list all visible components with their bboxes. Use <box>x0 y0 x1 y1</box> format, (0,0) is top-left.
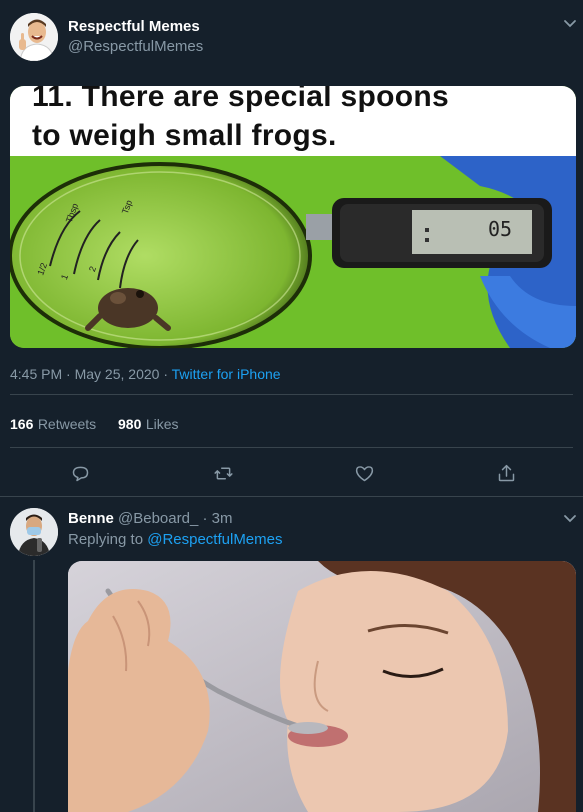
heart-icon <box>355 465 373 481</box>
likes-count: 980 <box>118 416 142 432</box>
frog-shape <box>98 288 158 328</box>
scale-lcd-display <box>412 210 532 254</box>
retweet-button[interactable] <box>210 460 236 486</box>
reply-author-avatar[interactable] <box>10 508 58 556</box>
author-handle[interactable]: @RespectfulMemes <box>68 38 203 55</box>
image-caption-band: 11. There are special spoons to weigh sm… <box>10 86 576 156</box>
woman-eating-spoon-photo <box>68 561 576 812</box>
retweet-icon <box>213 467 233 479</box>
retweets-stat[interactable]: 166 Retweets <box>10 416 96 434</box>
reply-author-name[interactable]: Benne <box>68 510 114 527</box>
replying-to-handle[interactable]: @RespectfulMemes <box>147 531 282 548</box>
tweet-source-link[interactable]: Twitter for iPhone <box>172 366 281 382</box>
reply-header: Benne @Beboard_ · 3m <box>68 510 232 527</box>
image-caption-line1: 11. There are special spoons <box>32 86 449 113</box>
avatar-person-masked-icon <box>10 508 58 556</box>
divider-3 <box>0 496 583 497</box>
scale-reading: 05 <box>488 217 513 241</box>
retweets-count: 166 <box>10 416 34 432</box>
tweet-timestamp-row: 4:45 PM · May 25, 2020 · Twitter for iPh… <box>10 366 281 382</box>
tweet-date[interactable]: May 25, 2020 <box>75 366 160 382</box>
divider-2 <box>10 447 573 448</box>
retweets-label: Retweets <box>37 416 97 432</box>
replying-to-label: Replying to <box>68 531 144 548</box>
avatar-person-thumbs-up-icon <box>10 13 58 61</box>
tweet-time[interactable]: 4:45 PM <box>10 366 62 382</box>
author-name[interactable]: Respectful Memes <box>68 18 200 35</box>
frog-spoon-photo <box>10 156 576 348</box>
share-icon <box>498 464 514 481</box>
reply-button[interactable] <box>67 460 93 486</box>
author-avatar[interactable] <box>10 13 58 61</box>
likes-stat[interactable]: 980 Likes <box>118 416 179 434</box>
reply-icon <box>72 466 88 481</box>
share-button[interactable] <box>493 460 519 486</box>
divider-1 <box>10 394 573 395</box>
chevron-down-icon[interactable] <box>558 12 582 36</box>
like-button[interactable] <box>351 460 377 486</box>
image-caption-line2: to weigh small frogs. <box>32 119 337 152</box>
likes-label: Likes <box>145 416 179 432</box>
reply-image[interactable] <box>68 561 576 812</box>
reply-chevron-down-icon[interactable] <box>558 507 582 531</box>
replying-to-line: Replying to @RespectfulMemes <box>68 531 283 548</box>
tweet-image[interactable]: 11. There are special spoons to weigh sm… <box>10 86 576 348</box>
thread-line <box>33 560 35 812</box>
reply-time[interactable]: 3m <box>212 510 233 527</box>
reply-author-handle[interactable]: @Beboard_ <box>118 510 198 527</box>
source-separator: · <box>159 366 172 382</box>
time-separator: · <box>62 366 75 382</box>
reply-separator: · <box>198 510 212 527</box>
